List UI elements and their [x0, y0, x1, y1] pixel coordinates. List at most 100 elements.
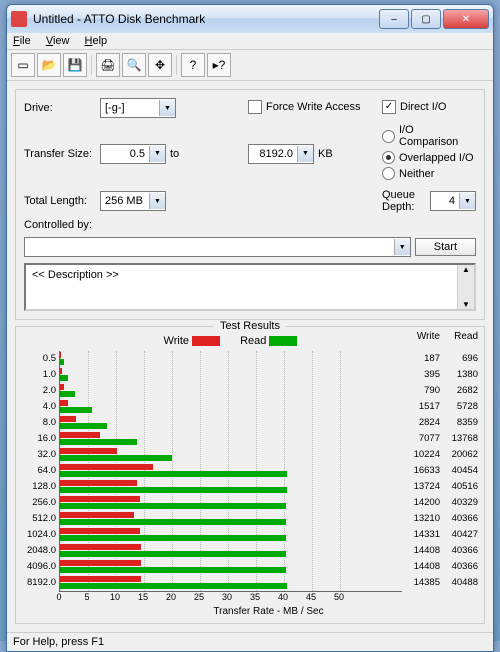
- open-icon: 📂: [42, 58, 57, 72]
- save-button[interactable]: 💾: [63, 53, 87, 77]
- write-bar: [60, 368, 62, 374]
- neither-radio[interactable]: Neither: [382, 167, 476, 180]
- transfer-size-label: Transfer Size:: [24, 148, 96, 160]
- chart-ylabel: 16.0: [22, 431, 56, 447]
- print-button[interactable]: 🖨: [96, 53, 120, 77]
- write-bar: [60, 560, 141, 566]
- write-bar: [60, 432, 100, 438]
- minimize-button[interactable]: –: [379, 9, 409, 29]
- queue-depth-combo[interactable]: 4 ▼: [430, 191, 476, 211]
- chevron-down-icon: ▼: [459, 193, 475, 209]
- chart-ylabel: 4.0: [22, 399, 56, 415]
- overlapped-io-radio[interactable]: Overlapped I/O: [382, 151, 476, 164]
- scroll-up-icon: ▲: [462, 265, 470, 274]
- chart-xtick: 30: [222, 592, 232, 602]
- write-value: 14408: [402, 543, 440, 559]
- io-comparison-radio[interactable]: I/O Comparison: [382, 124, 476, 148]
- write-bar: [60, 384, 64, 390]
- chart-ylabel: 1024.0: [22, 527, 56, 543]
- read-bar: [60, 503, 286, 509]
- read-bar: [60, 471, 287, 477]
- results-chart: 0.51.02.04.08.016.032.064.0128.0256.0512…: [22, 351, 478, 592]
- help-button[interactable]: ?: [181, 53, 205, 77]
- force-write-checkbox[interactable]: Force Write Access: [248, 100, 378, 114]
- description-box[interactable]: << Description >> ▲ ▼: [24, 263, 476, 311]
- checkbox-box: [248, 100, 262, 114]
- read-value: 40366: [440, 559, 478, 575]
- bar-row: [60, 399, 402, 415]
- bar-row: [60, 543, 402, 559]
- controlled-by-combo[interactable]: ▼: [24, 237, 411, 257]
- new-icon: ▭: [17, 58, 28, 72]
- write-value: 790: [402, 383, 440, 399]
- read-bar: [60, 439, 137, 445]
- menu-help[interactable]: Help: [85, 35, 108, 47]
- total-length-combo[interactable]: 256 MB ▼: [100, 191, 166, 211]
- write-value: 13210: [402, 511, 440, 527]
- start-button[interactable]: Start: [415, 238, 476, 256]
- write-value: 395: [402, 367, 440, 383]
- read-swatch: [269, 336, 297, 346]
- scroll-down-icon: ▼: [462, 300, 470, 309]
- direct-io-checkbox[interactable]: ✓ Direct I/O: [382, 100, 476, 114]
- bar-row: [60, 527, 402, 543]
- write-value: 16633: [402, 463, 440, 479]
- chart-xtick: 20: [166, 592, 176, 602]
- close-button[interactable]: ✕: [443, 9, 489, 29]
- write-value: 10224: [402, 447, 440, 463]
- move-icon: ✥: [155, 58, 165, 72]
- bar-row: [60, 479, 402, 495]
- menu-file[interactable]: File: [13, 35, 31, 47]
- read-value: 8359: [440, 415, 478, 431]
- read-value: 40488: [440, 575, 478, 591]
- bar-row: [60, 383, 402, 399]
- write-swatch: [192, 336, 220, 346]
- context-help-button[interactable]: ▸?: [207, 53, 231, 77]
- chart-ylabel: 2.0: [22, 383, 56, 399]
- bar-row: [60, 495, 402, 511]
- maximize-button[interactable]: ▢: [411, 9, 441, 29]
- menu-view[interactable]: View: [46, 35, 70, 47]
- transfer-to-combo[interactable]: 8192.0 ▼: [248, 144, 314, 164]
- read-bar: [60, 487, 287, 493]
- read-bar: [60, 583, 287, 589]
- read-bar: [60, 567, 286, 573]
- chart-ylabel: 8.0: [22, 415, 56, 431]
- write-value: 14331: [402, 527, 440, 543]
- chevron-down-icon: ▼: [159, 100, 175, 116]
- read-bar: [60, 519, 286, 525]
- write-bar: [60, 352, 61, 358]
- write-value: 14385: [402, 575, 440, 591]
- results-title: Test Results: [214, 320, 286, 332]
- bar-row: [60, 447, 402, 463]
- write-bar: [60, 576, 141, 582]
- preview-icon: 🔍: [127, 58, 142, 72]
- new-button[interactable]: ▭: [11, 53, 35, 77]
- chart-ylabel: 4096.0: [22, 559, 56, 575]
- move-button[interactable]: ✥: [148, 53, 172, 77]
- write-value: 187: [402, 351, 440, 367]
- save-icon: 💾: [68, 58, 83, 72]
- chart-xlabel: Transfer Rate - MB / Sec: [59, 606, 478, 617]
- transfer-from-combo[interactable]: 0.5 ▼: [100, 144, 166, 164]
- read-value: 696: [440, 351, 478, 367]
- scrollbar[interactable]: ▲ ▼: [457, 265, 474, 309]
- read-bar: [60, 423, 107, 429]
- chart-ylabel: 0.5: [22, 351, 56, 367]
- chart-ylabel: 512.0: [22, 511, 56, 527]
- write-value: 1517: [402, 399, 440, 415]
- bar-row: [60, 415, 402, 431]
- write-value: 2824: [402, 415, 440, 431]
- chart-ylabel: 32.0: [22, 447, 56, 463]
- read-value: 40427: [440, 527, 478, 543]
- chart-xtick: 5: [84, 592, 89, 602]
- bar-row: [60, 559, 402, 575]
- bar-row: [60, 575, 402, 591]
- bar-row: [60, 463, 402, 479]
- drive-combo[interactable]: [-g-] ▼: [100, 98, 176, 118]
- read-bar: [60, 391, 75, 397]
- open-button[interactable]: 📂: [37, 53, 61, 77]
- write-bar: [60, 512, 134, 518]
- preview-button[interactable]: 🔍: [122, 53, 146, 77]
- write-bar: [60, 464, 153, 470]
